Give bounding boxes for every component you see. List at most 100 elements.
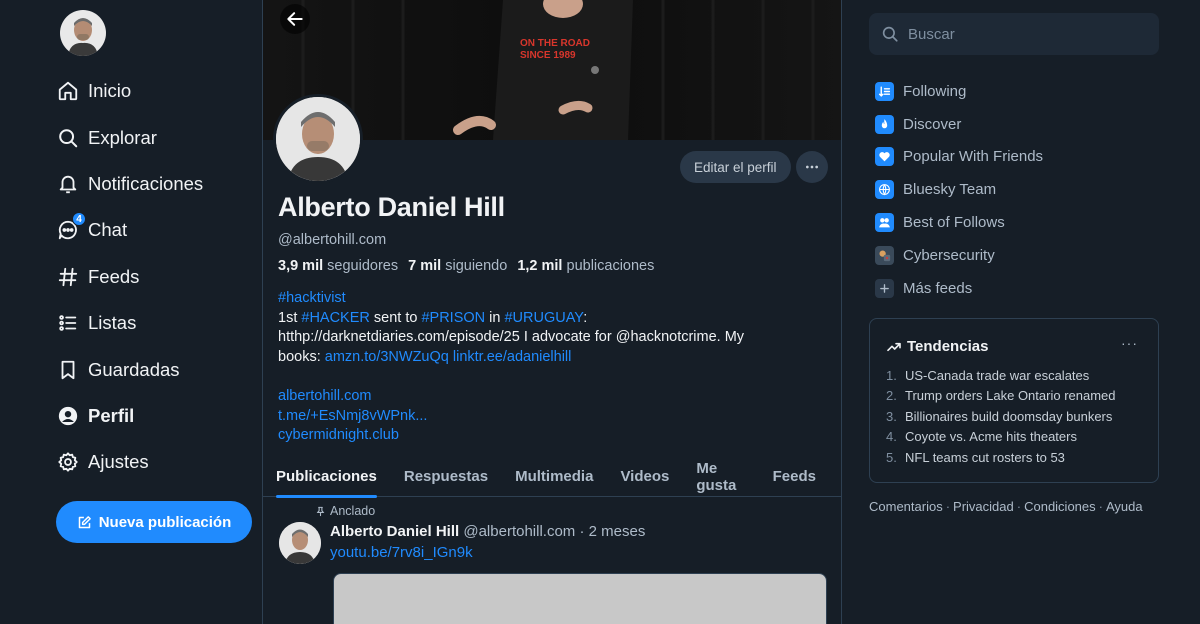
post-author-name[interactable]: Alberto Daniel Hill <box>330 523 459 540</box>
trending-text: NFL teams cut rosters to 53 <box>905 449 1065 465</box>
trending-panel: Tendencias ··· 1. US-Canada trade war esc… <box>869 318 1159 483</box>
followers-count: 3,9 mil <box>278 258 324 274</box>
feed-bluesky-team[interactable]: Bluesky Team <box>875 173 1043 206</box>
feed-discover[interactable]: Discover <box>875 108 1043 141</box>
pin-icon <box>316 506 325 516</box>
tab-me-gusta[interactable]: Me gusta <box>696 456 745 497</box>
bio-link-website[interactable]: albertohill.com <box>278 388 372 404</box>
profile-avatar[interactable] <box>273 94 363 184</box>
post-avatar[interactable] <box>279 522 321 564</box>
tab-videos[interactable]: Videos <box>620 456 669 497</box>
gear-icon <box>56 450 80 474</box>
nav-item-feeds[interactable]: Feeds <box>56 254 203 300</box>
search-icon <box>56 126 80 150</box>
nav-label-home: Inicio <box>88 80 132 102</box>
trending-rank: 5. <box>886 449 897 465</box>
pinned-post[interactable]: Anclado Alberto Daniel Hill @albertohill… <box>263 497 841 624</box>
tab-publicaciones[interactable]: Publicaciones <box>276 456 377 498</box>
back-button[interactable] <box>280 4 310 34</box>
nav-item-lists[interactable]: Listas <box>56 300 203 346</box>
footer-link-terms[interactable]: Condiciones <box>1024 499 1096 514</box>
bio-link-telegram[interactable]: t.me/+EsNmj8vWPnk... <box>278 408 427 424</box>
bio-hashtag-prison[interactable]: #PRISON <box>421 310 485 326</box>
feed-label: Más feeds <box>903 279 973 297</box>
feed-popular-with-friends[interactable]: Popular With Friends <box>875 141 1043 174</box>
trending-text: Trump orders Lake Ontario renamed <box>905 388 1116 404</box>
trending-item[interactable]: 1. US-Canada trade war escalates <box>886 368 1116 388</box>
nav-item-saved[interactable]: Guardadas <box>56 346 203 392</box>
posts-count: 1,2 mil <box>517 258 563 274</box>
nav-item-home[interactable]: Inicio <box>56 68 203 114</box>
bio-hashtag-hacktivist[interactable]: #hacktivist <box>278 290 346 306</box>
left-nav: Inicio Explorar Notificaciones 4 Chat Fe… <box>0 0 262 624</box>
trending-text: US-Canada trade war escalates <box>905 368 1090 383</box>
search-input[interactable] <box>908 25 1148 43</box>
trending-more-button[interactable]: ··· <box>1121 335 1138 351</box>
feed-best-of-follows[interactable]: Best of Follows <box>875 206 1043 239</box>
bio-link-cybermidnight[interactable]: cybermidnight.club <box>278 427 399 443</box>
bio-line3: htthp://darknetdiaries.com/episode/25 I … <box>278 329 745 346</box>
profile-display-name: Alberto Daniel Hill <box>278 192 505 222</box>
followers-stat[interactable]: 3,9 mil seguidores <box>278 258 398 274</box>
search-box[interactable] <box>869 13 1159 55</box>
footer-link-privacy[interactable]: Privacidad <box>953 499 1014 514</box>
tab-feeds[interactable]: Feeds <box>773 456 816 497</box>
discover-feed-icon <box>875 114 894 134</box>
nav-item-chat[interactable]: 4 Chat <box>56 207 203 253</box>
nav-item-settings[interactable]: Ajustes <box>56 439 203 485</box>
chat-bubble-icon: 4 <box>56 212 86 242</box>
trending-title: Tendencias <box>886 338 988 355</box>
pinned-indicator: Anclado <box>315 504 375 518</box>
following-stat[interactable]: 7 mil siguiendo <box>408 258 507 274</box>
cybersecurity-feed-icon <box>875 245 894 265</box>
profile-more-button[interactable] <box>796 151 828 183</box>
nav-item-explore[interactable]: Explorar <box>56 114 203 160</box>
edit-profile-button[interactable]: Editar el perfil <box>680 151 791 183</box>
new-post-button[interactable]: Nueva publicación <box>56 501 252 543</box>
post-meta: @albertohill.com · 2 meses <box>463 523 646 540</box>
nav-label-lists: Listas <box>88 312 137 334</box>
bio-text: books: <box>278 348 325 365</box>
footer-link-comments[interactable]: Comentarios <box>869 499 943 514</box>
trending-arrow-icon <box>887 342 901 351</box>
feed-more-feeds[interactable]: Más feeds <box>875 272 1043 305</box>
nav-label-notifications: Notificaciones <box>88 172 204 194</box>
post-link[interactable]: youtu.be/7rv8i_IGn9k <box>330 544 473 561</box>
trending-item[interactable]: 2. Trump orders Lake Ontario renamed <box>886 388 1116 408</box>
nav-label-saved: Guardadas <box>88 358 180 380</box>
nav-list: Inicio Explorar Notificaciones 4 Chat Fe… <box>56 68 203 486</box>
nav-item-notifications[interactable]: Notificaciones <box>56 161 203 207</box>
new-post-label: Nueva publicación <box>98 513 232 531</box>
trending-text: Coyote vs. Acme hits theaters <box>905 429 1077 445</box>
plus-icon <box>875 278 894 298</box>
trending-text: Billionaires build doomsday bunkers <box>905 408 1113 424</box>
feed-label: Bluesky Team <box>903 181 997 199</box>
feed-cybersecurity[interactable]: Cybersecurity <box>875 239 1043 272</box>
footer-link-help[interactable]: Ayuda <box>1106 499 1143 514</box>
avatar-face-icon <box>276 97 360 181</box>
compose-icon <box>78 515 91 528</box>
profile-bio: #hacktivist 1st #HACKER sent to #PRISON … <box>278 289 818 446</box>
post-embed-preview[interactable] <box>333 573 827 624</box>
profile-handle: @albertohill.com <box>278 232 387 248</box>
search-icon <box>882 26 898 42</box>
bio-hashtag-hacker[interactable]: #HACKER <box>301 310 370 326</box>
trending-rank: 3. <box>886 408 897 424</box>
nav-item-profile[interactable]: Perfil <box>56 393 203 439</box>
bio-link-amazon[interactable]: amzn.to/3NWZuQq <box>325 349 449 365</box>
banner-shirt-line1: ON THE ROAD <box>520 38 590 49</box>
trending-item[interactable]: 3. Billionaires build doomsday bunkers <box>886 409 1116 429</box>
bio-text: 1st <box>278 309 302 326</box>
tab-respuestas[interactable]: Respuestas <box>404 456 488 497</box>
feed-following[interactable]: Following <box>875 75 1043 108</box>
following-label: siguiendo <box>445 258 508 274</box>
bio-text: : <box>583 309 588 326</box>
nav-avatar[interactable] <box>60 10 106 56</box>
bio-hashtag-uruguay[interactable]: #URUGUAY <box>504 310 583 326</box>
tab-multimedia[interactable]: Multimedia <box>515 456 593 497</box>
pinned-label: Anclado <box>330 504 376 518</box>
bio-link-linktree[interactable]: linktr.ee/adanielhill <box>453 349 572 365</box>
post-header: Alberto Daniel Hill @albertohill.com · 2… <box>330 523 645 540</box>
trending-item[interactable]: 5. NFL teams cut rosters to 53 <box>886 450 1116 470</box>
trending-item[interactable]: 4. Coyote vs. Acme hits theaters <box>886 429 1116 449</box>
